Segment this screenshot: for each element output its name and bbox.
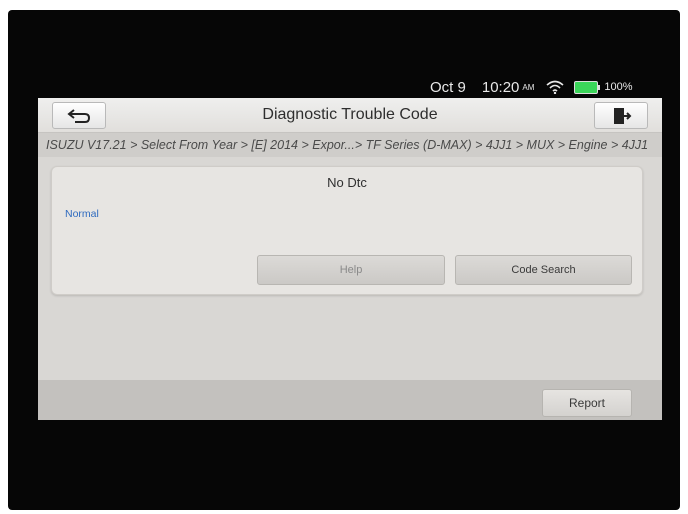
report-button[interactable]: Report bbox=[542, 389, 632, 417]
exit-icon bbox=[614, 107, 632, 124]
breadcrumb: ISUZU V17.21 > Select From Year > [E] 20… bbox=[38, 133, 662, 157]
status-ampm: AM bbox=[522, 82, 535, 92]
help-button[interactable]: Help bbox=[257, 255, 445, 285]
title-bar: Diagnostic Trouble Code bbox=[38, 98, 662, 133]
status-date: Oct 9 bbox=[430, 78, 466, 96]
exit-button[interactable] bbox=[594, 102, 648, 129]
code-search-button[interactable]: Code Search bbox=[455, 255, 632, 285]
page-title: Diagnostic Trouble Code bbox=[262, 106, 438, 123]
dtc-message: No Dtc bbox=[327, 175, 367, 190]
app-screen: Diagnostic Trouble Code ISUZU V17.21 > S… bbox=[38, 98, 662, 420]
status-bar: Oct 9 10:20 AM 100% bbox=[430, 76, 670, 98]
system-status: Normal bbox=[65, 208, 99, 220]
battery-icon bbox=[574, 80, 601, 94]
wifi-icon bbox=[546, 80, 564, 94]
dtc-result-panel: No Dtc Normal Help Code Search bbox=[51, 166, 643, 295]
bottom-toolbar: Report bbox=[38, 380, 662, 420]
battery-percent: 100% bbox=[604, 81, 633, 93]
status-time: 10:20 bbox=[481, 78, 520, 96]
